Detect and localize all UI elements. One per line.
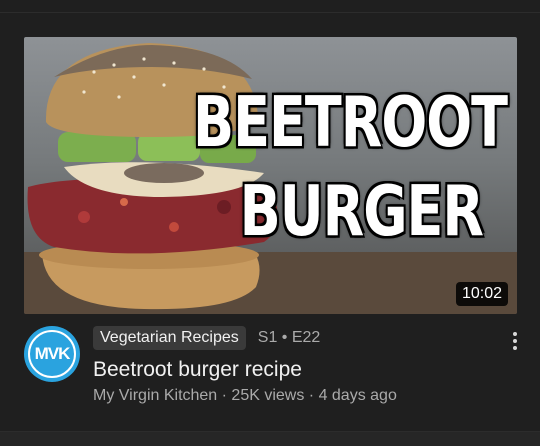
duration-badge: 10:02: [455, 282, 508, 306]
bottom-divider: [0, 431, 540, 446]
more-dot: [513, 339, 517, 343]
video-subline: My Virgin Kitchen · 25K views · 4 days a…: [93, 387, 500, 405]
video-title[interactable]: Beetroot burger recipe: [93, 358, 500, 382]
meta-separator: ·: [217, 387, 232, 404]
thumbnail-title-line2: BURGER: [239, 171, 484, 252]
channel-avatar[interactable]: MVK: [24, 326, 80, 382]
video-meta: Vegetarian Recipes S1 • E22 Beetroot bur…: [93, 325, 500, 405]
meta-separator: ·: [304, 387, 319, 404]
episode-label: S1 • E22: [257, 329, 321, 346]
avatar-initials: MVK: [28, 330, 76, 378]
top-divider: [0, 0, 540, 13]
channel-name[interactable]: My Virgin Kitchen: [93, 387, 217, 404]
thumbnail-title-line1: BEETROOT: [193, 82, 508, 163]
upload-age: 4 days ago: [318, 387, 397, 404]
more-vert-icon[interactable]: [508, 328, 522, 354]
video-thumbnail[interactable]: BEETROOT BURGER 10:02: [24, 37, 517, 314]
playlist-chip[interactable]: Vegetarian Recipes: [93, 326, 246, 350]
more-dot: [513, 346, 517, 350]
more-dot: [513, 332, 517, 336]
view-count: 25K views: [231, 387, 305, 404]
